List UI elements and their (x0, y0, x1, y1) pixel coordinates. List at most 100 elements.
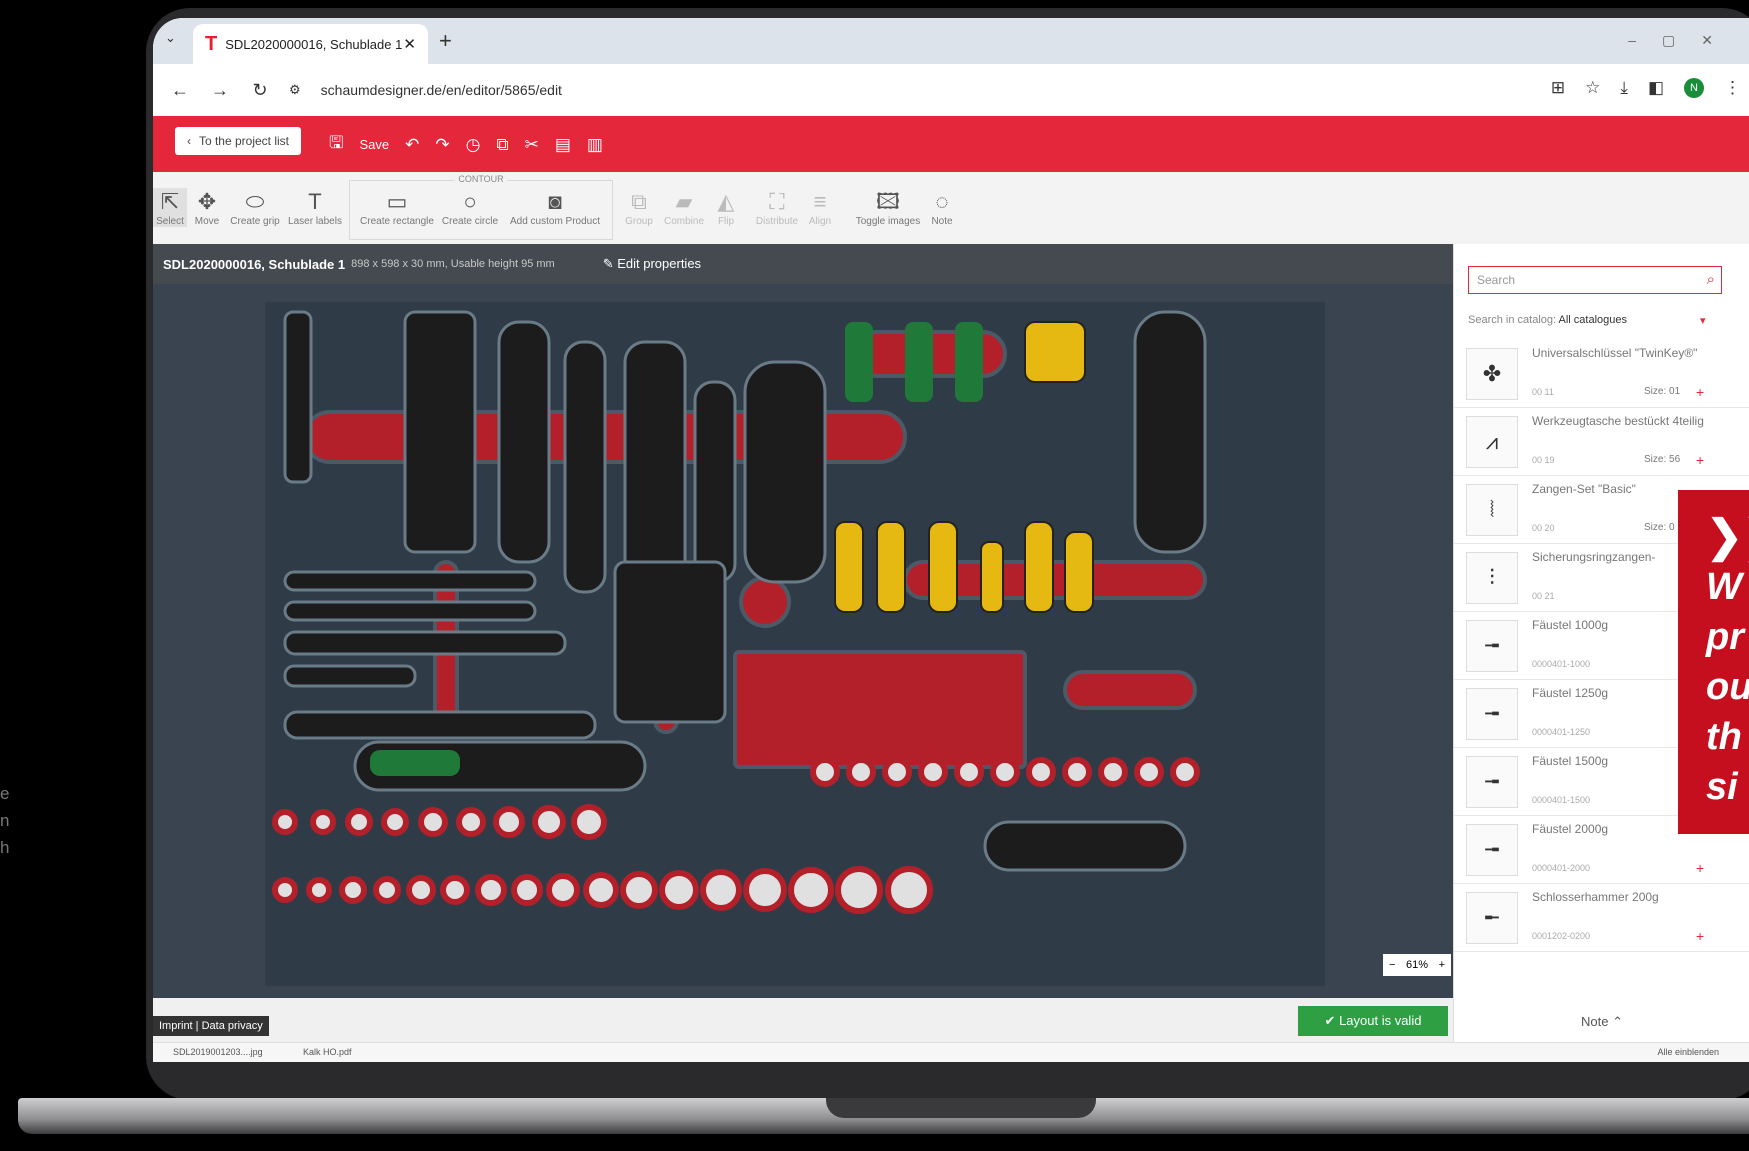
edit-properties-button[interactable]: ✎ Edit properties (603, 256, 701, 272)
window-controls[interactable]: –▢✕ (1628, 32, 1739, 49)
list-item[interactable]: ╾ Schlosserhammer 200g 0001202-0200 + (1454, 884, 1749, 952)
product-thumbnail: ╾ (1466, 892, 1518, 944)
url-field[interactable]: schaumdesigner.de/en/editor/5865/edit (321, 82, 562, 98)
combine-icon: ▰ (675, 189, 693, 214)
list-item[interactable]: ⩘ Werkzeugtasche bestückt 4teilig 00 19 Siz… (1454, 408, 1749, 476)
forward-arrow-icon[interactable]: → (207, 80, 233, 101)
product-thumbnail: ╼ (1466, 620, 1518, 672)
tab-list-chevron-icon[interactable]: ⌄ (165, 30, 176, 46)
cut-icon[interactable]: ✂ (525, 135, 539, 155)
zoom-in-button[interactable]: + (1439, 959, 1445, 971)
catalog-search-input[interactable]: Search ⌕ (1468, 266, 1722, 294)
group-tool[interactable]: ⧉ Group (621, 188, 657, 227)
laptop-hinge-notch (826, 1098, 1096, 1118)
editor-canvas[interactable]: − 61% + (153, 284, 1453, 998)
undo-icon[interactable]: ↶ (405, 135, 419, 155)
site-settings-icon[interactable]: ⚙ (289, 82, 301, 98)
foam-insert-board[interactable] (265, 302, 1325, 986)
zoom-control: − 61% + (1383, 954, 1451, 976)
product-thumbnail: ╼ (1466, 756, 1518, 808)
product-thumbnail: ⦚ (1466, 484, 1518, 536)
speech-bubble-icon: ◌ (935, 189, 949, 214)
editor-toolbar: CONTOUR ⇱ Select ✥ Move ⬭ Create grip T Lase… (153, 172, 1749, 245)
tab-title: SDL2020000016, Schublade 1 (225, 36, 403, 52)
combine-tool[interactable]: ▰ Combine (661, 188, 707, 227)
drawer-title: SDL2020000016, Schublade 1 (163, 256, 346, 272)
download-item[interactable]: SDL2019001203....jpg (173, 1047, 263, 1057)
create-grip-tool[interactable]: ⬭ Create grip (227, 188, 283, 227)
browser-tab[interactable]: T SDL2020000016, Schublade 1 ✕ (193, 24, 428, 64)
duplicate-icon[interactable]: ⧉ (496, 135, 508, 155)
select-tool[interactable]: ⇱ Select (153, 188, 187, 227)
project-list-button[interactable]: ‹ To the project list (175, 127, 301, 155)
delete-icon[interactable]: ▥ (587, 135, 603, 155)
grip-icon: ⬭ (245, 189, 265, 214)
history-icon[interactable]: ◷ (466, 135, 481, 155)
show-all-downloads-link[interactable]: Alle einblenden (1657, 1047, 1719, 1057)
data-privacy-link[interactable]: Data privacy (202, 1020, 263, 1032)
browser-window: ⌄ T SDL2020000016, Schublade 1 ✕ + –▢✕ ←… (153, 18, 1749, 1062)
chevron-left-icon: ‹ (186, 134, 191, 148)
add-product-icon[interactable]: + (1696, 384, 1704, 400)
list-item[interactable]: ✤ Universalschlüssel "TwinKey®" 00 11 Size:… (1454, 340, 1749, 408)
catalog-filter[interactable]: Search in catalog: All catalogues ▾ (1468, 314, 1706, 327)
foam-layout-drawing (272, 310, 1207, 914)
circle-icon: ○ (463, 189, 477, 214)
paste-icon[interactable]: ▤ (555, 135, 571, 155)
image-icon: 🖾 (876, 189, 900, 214)
product-thumbnail: ╼ (1466, 688, 1518, 740)
promo-callout: ❯❯ W pr ou th si (1678, 490, 1749, 834)
align-icon: ≡ (813, 189, 827, 214)
note-toggle[interactable]: Note ⌃ (1454, 1014, 1749, 1030)
laser-labels-tool[interactable]: T Laser labels (285, 188, 345, 227)
reload-icon[interactable]: ↻ (247, 80, 273, 101)
address-bar: ← → ↻ ⚙ schaumdesigner.de/en/editor/5865… (153, 64, 1749, 116)
add-custom-product-tool[interactable]: ◙ Add custom Product (505, 188, 605, 227)
add-product-icon[interactable]: + (1696, 860, 1704, 876)
legal-links: Imprint | Data privacy (153, 1016, 269, 1036)
left-edge-text-fragment: e n h (0, 784, 10, 857)
new-tab-icon[interactable]: + (439, 28, 452, 54)
rectangle-icon: ▭ (386, 189, 408, 214)
close-tab-icon[interactable]: ✕ (403, 35, 416, 53)
toggle-images-tool[interactable]: 🖾 Toggle images (853, 188, 923, 227)
align-tool[interactable]: ≡ Align (805, 188, 835, 227)
translate-icon[interactable]: ⊞ (1551, 78, 1565, 98)
flip-icon: ◭ (717, 189, 735, 214)
camera-icon: ◙ (548, 189, 562, 214)
flip-tool[interactable]: ◭ Flip (711, 188, 741, 227)
move-tool[interactable]: ✥ Move (189, 188, 225, 227)
download-item[interactable]: Kalk HO.pdf (303, 1047, 352, 1057)
product-thumbnail: ✤ (1466, 348, 1518, 400)
add-product-icon[interactable]: + (1696, 452, 1704, 468)
search-icon[interactable]: ⌕ (1707, 267, 1715, 293)
double-chevron-icon: ❯❯ (1706, 512, 1749, 561)
save-button[interactable]: Save (359, 137, 389, 152)
profile-avatar[interactable]: N (1684, 78, 1704, 98)
drawer-dimensions: 898 x 598 x 30 mm, Usable height 95 mm (351, 258, 555, 270)
site-logo-icon: T (205, 32, 218, 55)
browser-actions: ⊞ ☆ ⤓ ◧ N ⋮ (1551, 78, 1741, 98)
add-product-icon[interactable]: + (1696, 928, 1704, 944)
product-thumbnail: ⩘ (1466, 416, 1518, 468)
distribute-icon: ⛶ (769, 189, 785, 214)
canvas-footer: Imprint | Data privacy ✔ Layout is valid (153, 998, 1453, 1042)
create-rectangle-tool[interactable]: ▭ Create rectangle (359, 188, 435, 227)
save-icon[interactable]: 🖫 (329, 130, 343, 159)
download-icon[interactable]: ⤓ (1620, 78, 1628, 98)
sidepanel-icon[interactable]: ◧ (1648, 78, 1664, 98)
bookmark-star-icon[interactable]: ☆ (1585, 78, 1600, 98)
redo-icon[interactable]: ↷ (435, 135, 449, 155)
downloads-bar: SDL2019001203....jpg Kalk HO.pdf Alle ei… (153, 1042, 1749, 1062)
note-tool[interactable]: ◌ Note (927, 188, 957, 227)
layout-valid-badge: ✔ Layout is valid (1298, 1006, 1448, 1036)
imprint-link[interactable]: Imprint (159, 1020, 193, 1032)
move-icon: ✥ (197, 189, 217, 214)
distribute-tool[interactable]: ⛶ Distribute (753, 188, 801, 227)
group-icon: ⧉ (631, 189, 647, 214)
create-circle-tool[interactable]: ○ Create circle (439, 188, 501, 227)
menu-icon[interactable]: ⋮ (1724, 78, 1741, 98)
text-icon: T (308, 189, 322, 214)
zoom-out-button[interactable]: − (1389, 959, 1395, 971)
back-arrow-icon[interactable]: ← (167, 80, 193, 101)
